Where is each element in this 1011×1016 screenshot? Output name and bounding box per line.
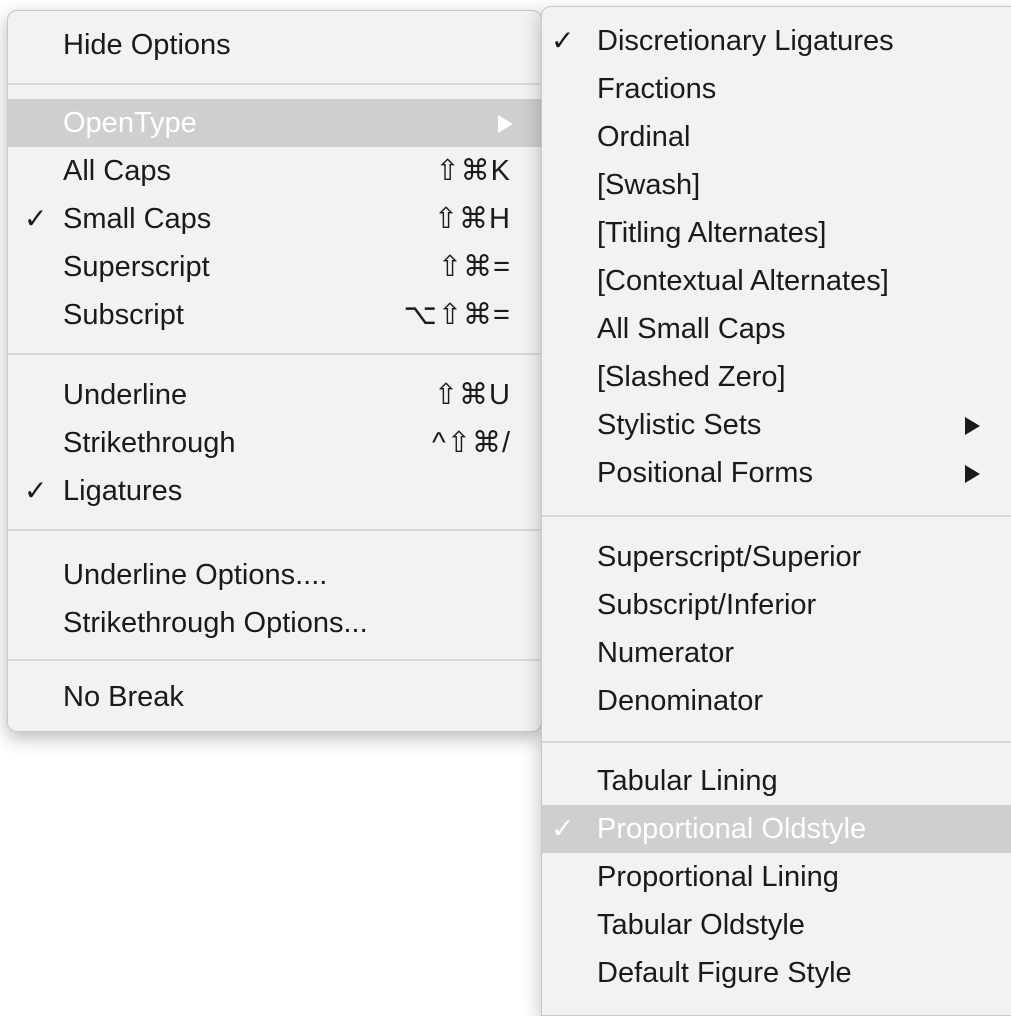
submenu-item-proportional-oldstyle[interactable]: ✓ Proportional Oldstyle	[542, 805, 1011, 853]
menu-separator	[542, 515, 1011, 517]
menu-item-label: [Contextual Alternates]	[597, 265, 889, 297]
checkmark-icon: ✓	[24, 475, 48, 506]
menu-item-label: Underline	[63, 379, 188, 411]
menu-item-subscript[interactable]: Subscript ⌥⇧⌘=	[8, 291, 541, 339]
menu-separator	[8, 353, 541, 355]
submenu-item-contextual-alternates[interactable]: [Contextual Alternates]	[542, 257, 1011, 305]
menu-item-hide-options[interactable]: Hide Options	[8, 21, 541, 69]
menu-item-no-break[interactable]: No Break	[8, 673, 541, 721]
menu-item-label: Positional Forms	[597, 457, 813, 489]
menu-item-shortcut: ⇧⌘K	[435, 155, 511, 187]
submenu-arrow-icon	[498, 115, 513, 133]
submenu-item-subscript-inferior[interactable]: Subscript/Inferior	[542, 581, 1011, 629]
submenu-item-swash[interactable]: [Swash]	[542, 161, 1011, 209]
menu-item-label: [Slashed Zero]	[597, 361, 786, 393]
submenu-item-superscript-superior[interactable]: Superscript/Superior	[542, 533, 1011, 581]
menu-item-shortcut: ⇧⌘H	[433, 203, 511, 235]
menu-item-ligatures[interactable]: ✓ Ligatures	[8, 467, 541, 515]
menu-item-label: Hide Options	[63, 29, 231, 61]
checkmark-icon: ✓	[551, 25, 575, 56]
menu-item-label: No Break	[63, 681, 184, 713]
submenu-item-titling-alternates[interactable]: [Titling Alternates]	[542, 209, 1011, 257]
checkmark-icon: ✓	[551, 813, 575, 844]
menu-separator	[8, 83, 541, 85]
menu-item-label: Tabular Lining	[597, 765, 778, 797]
menu-item-shortcut: ⌥⇧⌘=	[403, 299, 511, 331]
menu-item-superscript[interactable]: Superscript ⇧⌘=	[8, 243, 541, 291]
submenu-arrow-icon	[965, 465, 980, 483]
menu-item-label: Tabular Oldstyle	[597, 909, 805, 941]
submenu-item-tabular-lining[interactable]: Tabular Lining	[542, 757, 1011, 805]
checkmark-icon: ✓	[24, 203, 48, 234]
menu-item-label: All Caps	[63, 155, 171, 187]
menu-item-opentype[interactable]: OpenType	[8, 99, 541, 147]
menu-item-label: Strikethrough	[63, 427, 236, 459]
menu-separator	[542, 741, 1011, 743]
menu-separator	[8, 529, 541, 531]
menu-item-label: Ordinal	[597, 121, 691, 153]
submenu-item-fractions[interactable]: Fractions	[542, 65, 1011, 113]
menu-item-label: Denominator	[597, 685, 764, 717]
opentype-submenu: ✓ Discretionary Ligatures Fractions Ordi…	[541, 6, 1011, 1016]
menu-item-label: Small Caps	[63, 203, 212, 235]
menu-item-label: Strikethrough Options...	[63, 607, 368, 639]
menu-item-label: [Swash]	[597, 169, 701, 201]
submenu-item-all-small-caps[interactable]: All Small Caps	[542, 305, 1011, 353]
menu-item-underline[interactable]: Underline ⇧⌘U	[8, 371, 541, 419]
submenu-item-stylistic-sets[interactable]: Stylistic Sets	[542, 401, 1011, 449]
submenu-arrow-icon	[965, 417, 980, 435]
menu-separator	[8, 659, 541, 661]
menu-item-label: Default Figure Style	[597, 957, 852, 989]
menu-item-all-caps[interactable]: All Caps ⇧⌘K	[8, 147, 541, 195]
menu-item-label: OpenType	[63, 107, 197, 139]
menu-item-small-caps[interactable]: ✓ Small Caps ⇧⌘H	[8, 195, 541, 243]
character-options-menu: Hide Options OpenType All Caps ⇧⌘K ✓ Sma…	[7, 10, 542, 732]
menu-item-underline-options[interactable]: Underline Options....	[8, 551, 541, 599]
menu-item-label: [Titling Alternates]	[597, 217, 827, 249]
submenu-item-positional-forms[interactable]: Positional Forms	[542, 449, 1011, 497]
menu-item-label: Numerator	[597, 637, 734, 669]
menu-item-label: Proportional Oldstyle	[597, 813, 867, 845]
submenu-item-numerator[interactable]: Numerator	[542, 629, 1011, 677]
menu-item-label: All Small Caps	[597, 313, 786, 345]
menu-item-label: Superscript	[63, 251, 210, 283]
menu-item-shortcut: ^⇧⌘/	[432, 427, 511, 459]
menu-item-strikethrough[interactable]: Strikethrough ^⇧⌘/	[8, 419, 541, 467]
menu-item-shortcut: ⇧⌘U	[433, 379, 511, 411]
menu-item-strikethrough-options[interactable]: Strikethrough Options...	[8, 599, 541, 647]
menu-item-label: Underline Options....	[63, 559, 328, 591]
menu-item-label: Discretionary Ligatures	[597, 25, 894, 57]
submenu-item-slashed-zero[interactable]: [Slashed Zero]	[542, 353, 1011, 401]
submenu-item-discretionary-ligatures[interactable]: ✓ Discretionary Ligatures	[542, 17, 1011, 65]
submenu-item-ordinal[interactable]: Ordinal	[542, 113, 1011, 161]
menu-item-label: Stylistic Sets	[597, 409, 762, 441]
menu-item-label: Subscript/Inferior	[597, 589, 817, 621]
submenu-item-default-figure-style[interactable]: Default Figure Style	[542, 949, 1011, 997]
menu-item-shortcut: ⇧⌘=	[437, 251, 511, 283]
menu-item-label: Superscript/Superior	[597, 541, 862, 573]
menu-item-label: Fractions	[597, 73, 717, 105]
submenu-item-tabular-oldstyle[interactable]: Tabular Oldstyle	[542, 901, 1011, 949]
menu-item-label: Subscript	[63, 299, 184, 331]
menu-item-label: Proportional Lining	[597, 861, 839, 893]
submenu-item-proportional-lining[interactable]: Proportional Lining	[542, 853, 1011, 901]
menu-item-label: Ligatures	[63, 475, 183, 507]
submenu-item-denominator[interactable]: Denominator	[542, 677, 1011, 725]
